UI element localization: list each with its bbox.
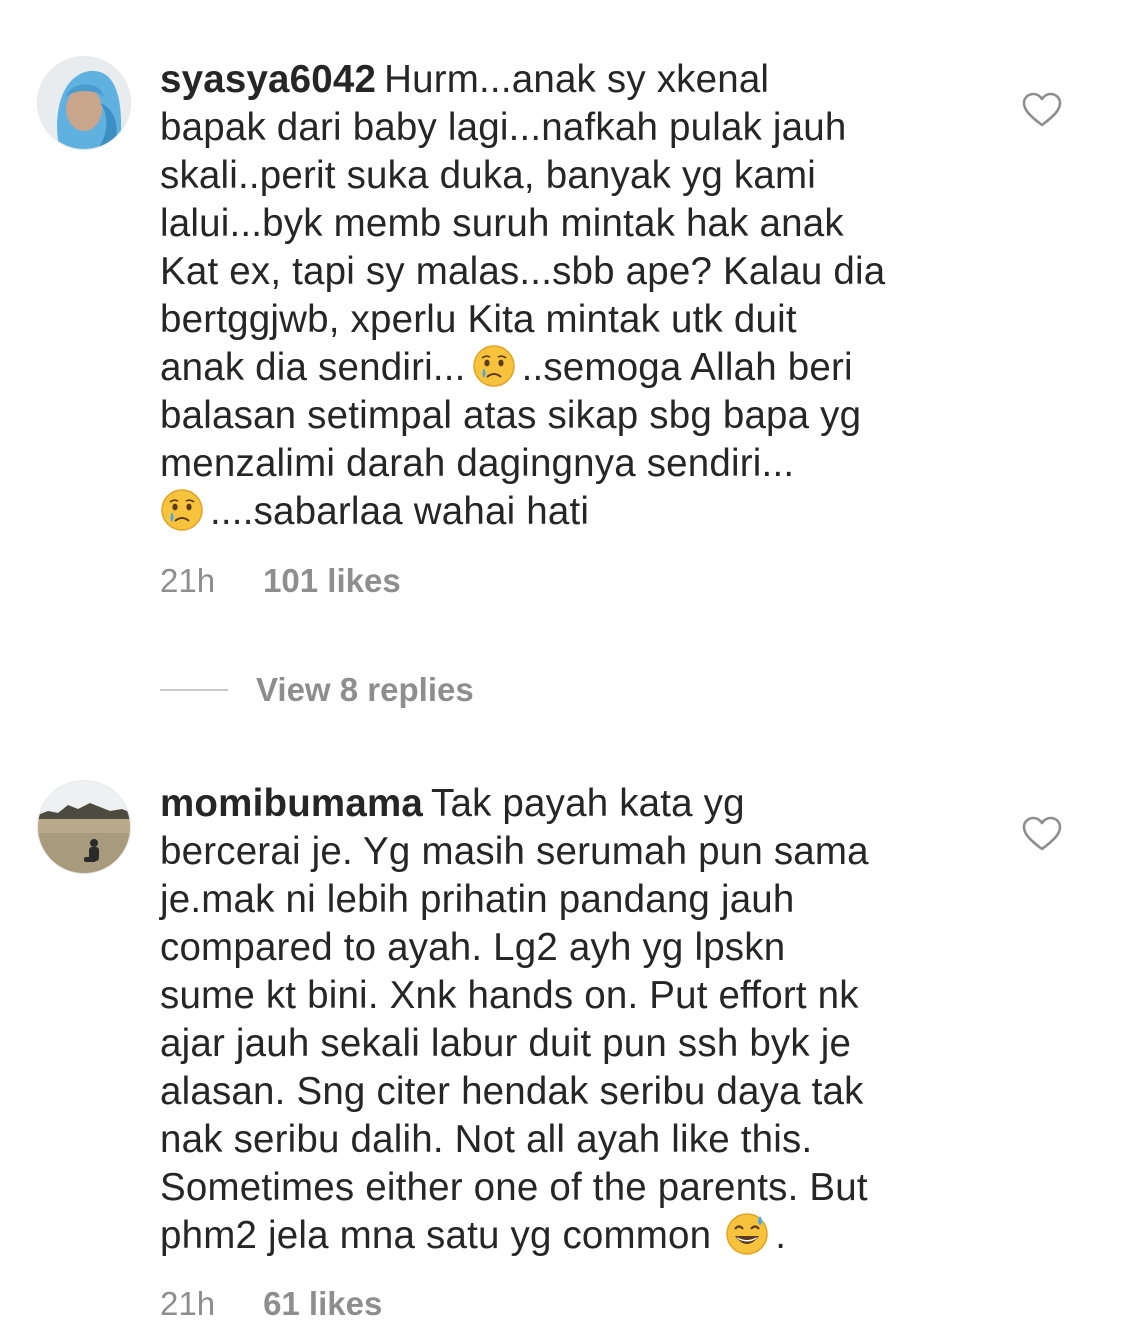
like-heart-icon[interactable]: [1022, 92, 1062, 128]
comment-time: 21h: [160, 1285, 216, 1322]
comment-line: ....sabarlaa wahai hati: [160, 488, 970, 536]
divider: [160, 689, 228, 691]
avatar[interactable]: [37, 780, 131, 874]
comment-line: nak seribu dalih. Not all ayah like this…: [160, 1118, 813, 1161]
comment-meta: 21h 101 likes: [160, 562, 401, 600]
comment-line: phm2 jela mna satu yg common.: [160, 1212, 787, 1257]
crying-face-emoji-icon: [160, 488, 204, 532]
comment-username[interactable]: syasya6042: [160, 58, 376, 101]
likes-count[interactable]: 61 likes: [263, 1285, 382, 1322]
comment-line: sume kt bini. Xnk hands on. Put effort n…: [160, 974, 859, 1017]
view-replies-label: View 8 replies: [256, 671, 474, 708]
comment-line: lalui...byk memb suruh mintak hak anak: [160, 202, 844, 245]
comment-line: alasan. Sng citer hendak seribu daya tak: [160, 1070, 864, 1113]
likes-count[interactable]: 101 likes: [263, 562, 401, 599]
comment-line: skali..perit suka duka, banyak yg kami: [160, 154, 816, 197]
comment-line: anak dia sendiri... ..semoga Allah beri: [160, 344, 853, 389]
comment-time: 21h: [160, 562, 216, 599]
comment-line: syasya6042 Hurm...anak sy xkenal: [160, 58, 770, 101]
comment-line: bapak dari baby lagi...nafkah pulak jauh: [160, 106, 847, 149]
avatar[interactable]: [37, 56, 131, 150]
comment-line: bercerai je. Yg masih serumah pun sama: [160, 830, 869, 873]
comment-line: menzalimi darah dagingnya sendiri...: [160, 442, 795, 485]
comment-line: je.mak ni lebih prihatin pandang jauh: [160, 878, 795, 921]
comment-line: ajar jauh sekali labur duit pun ssh byk …: [160, 1022, 852, 1065]
comment-body: momibumama Tak payah kata yg bercerai je.…: [160, 780, 970, 1260]
view-replies-button[interactable]: View 8 replies: [160, 668, 474, 712]
comment-username[interactable]: momibumama: [160, 782, 423, 825]
comment-line: Kat ex, tapi sy malas...sbb ape? Kalau d…: [160, 250, 886, 293]
comment-body: syasya6042 Hurm...anak sy xkenal bapak da…: [160, 56, 970, 536]
comment-line: momibumama Tak payah kata yg: [160, 782, 745, 825]
comment-meta: 21h 61 likes: [160, 1285, 382, 1323]
comment-line: Sometimes either one of the parents. But: [160, 1166, 868, 1209]
crying-face-emoji-icon: [472, 344, 516, 388]
comment-line: compared to ayah. Lg2 ayh yg lpskn: [160, 926, 786, 969]
like-heart-icon[interactable]: [1022, 816, 1062, 852]
comment-line: bertggjwb, xperlu Kita mintak utk duit: [160, 298, 797, 341]
comment-line: balasan setimpal atas sikap sbg bapa yg: [160, 394, 862, 437]
grinning-sweat-emoji-icon: [725, 1212, 769, 1256]
